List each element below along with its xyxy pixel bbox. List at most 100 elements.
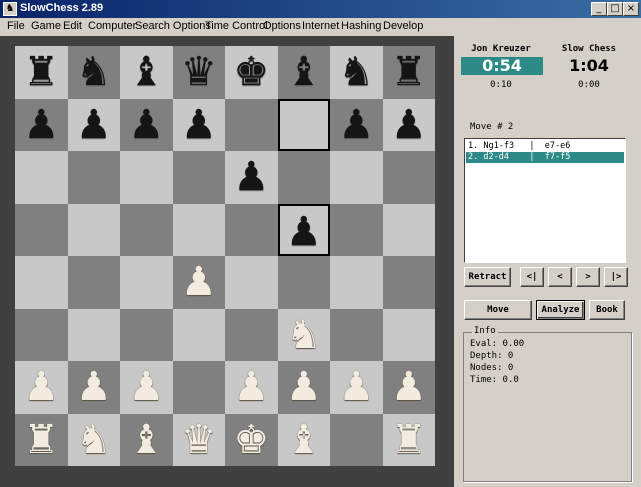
move-row-selected[interactable]: 2. d2-d4 | f7-f5: [466, 152, 624, 163]
square-d5[interactable]: [172, 203, 225, 256]
square-f8[interactable]: ♝: [277, 46, 331, 99]
square-h1[interactable]: ♜: [382, 413, 436, 467]
black-bishop-icon[interactable]: ♝: [278, 46, 331, 99]
white-pawn-icon[interactable]: ♟: [330, 361, 383, 414]
square-h4[interactable]: [382, 256, 435, 309]
square-c3[interactable]: [120, 308, 173, 361]
square-a7[interactable]: ♟: [15, 98, 68, 152]
prev-move-button[interactable]: <: [548, 267, 572, 287]
square-f4[interactable]: [277, 256, 330, 309]
square-c4[interactable]: [120, 256, 173, 309]
square-g1[interactable]: [330, 413, 383, 466]
square-e5[interactable]: [225, 203, 278, 256]
square-a6[interactable]: [15, 151, 68, 204]
white-pawn-icon[interactable]: ♟: [278, 361, 331, 414]
last-move-button[interactable]: |>: [604, 267, 628, 287]
square-g5[interactable]: [330, 203, 383, 256]
black-king-icon[interactable]: ♚: [225, 46, 278, 99]
white-pawn-icon[interactable]: ♟: [120, 361, 173, 414]
square-f7[interactable]: [277, 98, 330, 151]
menu-develop[interactable]: Develop: [383, 20, 423, 32]
square-b5[interactable]: [67, 203, 120, 256]
black-knight-icon[interactable]: ♞: [68, 46, 121, 99]
square-e1[interactable]: ♚: [225, 413, 278, 467]
square-a4[interactable]: [15, 256, 68, 309]
close-button[interactable]: ×: [623, 2, 639, 16]
white-rook-icon[interactable]: ♜: [383, 414, 436, 467]
retract-button[interactable]: Retract: [464, 267, 511, 287]
minimize-button[interactable]: _: [591, 2, 607, 16]
black-pawn-icon[interactable]: ♟: [15, 99, 68, 152]
square-h6[interactable]: [382, 151, 435, 204]
square-h5[interactable]: [382, 203, 435, 256]
square-a2[interactable]: ♟: [15, 361, 68, 414]
square-e6[interactable]: ♟: [225, 151, 278, 204]
square-c6[interactable]: [120, 151, 173, 204]
move-list[interactable]: 1. Ng1-f3 | e7-e6 2. d2-d4 | f7-f5: [464, 138, 626, 263]
square-a8[interactable]: ♜: [15, 46, 68, 99]
next-move-button[interactable]: >: [576, 267, 600, 287]
square-b7[interactable]: ♟: [67, 98, 120, 151]
square-c1[interactable]: ♝: [120, 413, 173, 467]
square-e4[interactable]: [225, 256, 278, 309]
square-f3[interactable]: ♞: [277, 308, 331, 362]
square-h3[interactable]: [382, 308, 435, 361]
black-bishop-icon[interactable]: ♝: [120, 46, 173, 99]
square-g7[interactable]: ♟: [330, 98, 383, 152]
chess-board[interactable]: ♜ ♞ ♝ ♛ ♚ ♝ ♞ ♜ ♟ ♟ ♟ ♟ ♟ ♟ ♟ ♟ ♟ ♞ ♟ ♟ ♟ ♟ ♟ ♟ ♟ ♜ ♞ ♝ ♛ ♚ ♝ ♜: [15, 46, 435, 466]
white-king-icon[interactable]: ♚: [225, 414, 278, 467]
white-pawn-icon[interactable]: ♟: [68, 361, 121, 414]
black-rook-icon[interactable]: ♜: [383, 46, 436, 99]
square-e2[interactable]: ♟: [225, 361, 278, 414]
black-pawn-icon[interactable]: ♟: [225, 151, 278, 204]
menu-time-control[interactable]: Time Control: [205, 20, 268, 32]
maximize-button[interactable]: □: [607, 2, 623, 16]
square-h8[interactable]: ♜: [382, 46, 436, 99]
square-b4[interactable]: [67, 256, 120, 309]
white-bishop-icon[interactable]: ♝: [120, 414, 173, 467]
square-c7[interactable]: ♟: [120, 98, 173, 152]
square-c5[interactable]: [120, 203, 173, 256]
square-c2[interactable]: ♟: [120, 361, 173, 414]
square-d8[interactable]: ♛: [172, 46, 226, 99]
square-b6[interactable]: [67, 151, 120, 204]
menu-game[interactable]: Game: [31, 20, 61, 32]
square-h7[interactable]: ♟: [382, 98, 436, 152]
square-b3[interactable]: [67, 308, 120, 361]
square-f6[interactable]: [277, 151, 330, 204]
square-d2[interactable]: [172, 361, 225, 414]
white-pawn-icon[interactable]: ♟: [173, 256, 226, 309]
square-a1[interactable]: ♜: [15, 413, 68, 467]
black-knight-icon[interactable]: ♞: [330, 46, 383, 99]
square-a3[interactable]: [15, 308, 68, 361]
white-bishop-icon[interactable]: ♝: [278, 414, 331, 467]
square-g8[interactable]: ♞: [330, 46, 383, 99]
black-pawn-icon[interactable]: ♟: [280, 206, 329, 255]
square-e7[interactable]: [225, 98, 278, 151]
square-c8[interactable]: ♝: [120, 46, 173, 99]
black-pawn-icon[interactable]: ♟: [330, 99, 383, 152]
white-pawn-icon[interactable]: ♟: [15, 361, 68, 414]
white-knight-icon[interactable]: ♞: [278, 309, 331, 362]
square-d3[interactable]: [172, 308, 225, 361]
square-h2[interactable]: ♟: [382, 361, 435, 414]
menu-edit[interactable]: Edit: [63, 20, 82, 32]
black-pawn-icon[interactable]: ♟: [120, 99, 173, 152]
square-d6[interactable]: [172, 151, 225, 204]
move-row[interactable]: 1. Ng1-f3 | e7-e6: [466, 141, 624, 152]
black-queen-icon[interactable]: ♛: [173, 46, 226, 99]
square-f1[interactable]: ♝: [277, 413, 331, 467]
first-move-button[interactable]: <|: [520, 267, 544, 287]
square-g6[interactable]: [330, 151, 383, 204]
square-d7[interactable]: ♟: [172, 98, 225, 151]
menu-hashing[interactable]: Hashing: [341, 20, 381, 32]
menu-computer[interactable]: Computer: [88, 20, 136, 32]
menu-search-options[interactable]: Search Options: [135, 20, 211, 32]
white-rook-icon[interactable]: ♜: [15, 414, 68, 467]
menu-options[interactable]: Options: [263, 20, 301, 32]
move-button[interactable]: Move: [464, 300, 532, 320]
white-pawn-icon[interactable]: ♟: [225, 361, 278, 414]
menu-internet[interactable]: Internet: [302, 20, 339, 32]
square-a5[interactable]: [15, 203, 68, 256]
black-pawn-icon[interactable]: ♟: [383, 99, 436, 152]
